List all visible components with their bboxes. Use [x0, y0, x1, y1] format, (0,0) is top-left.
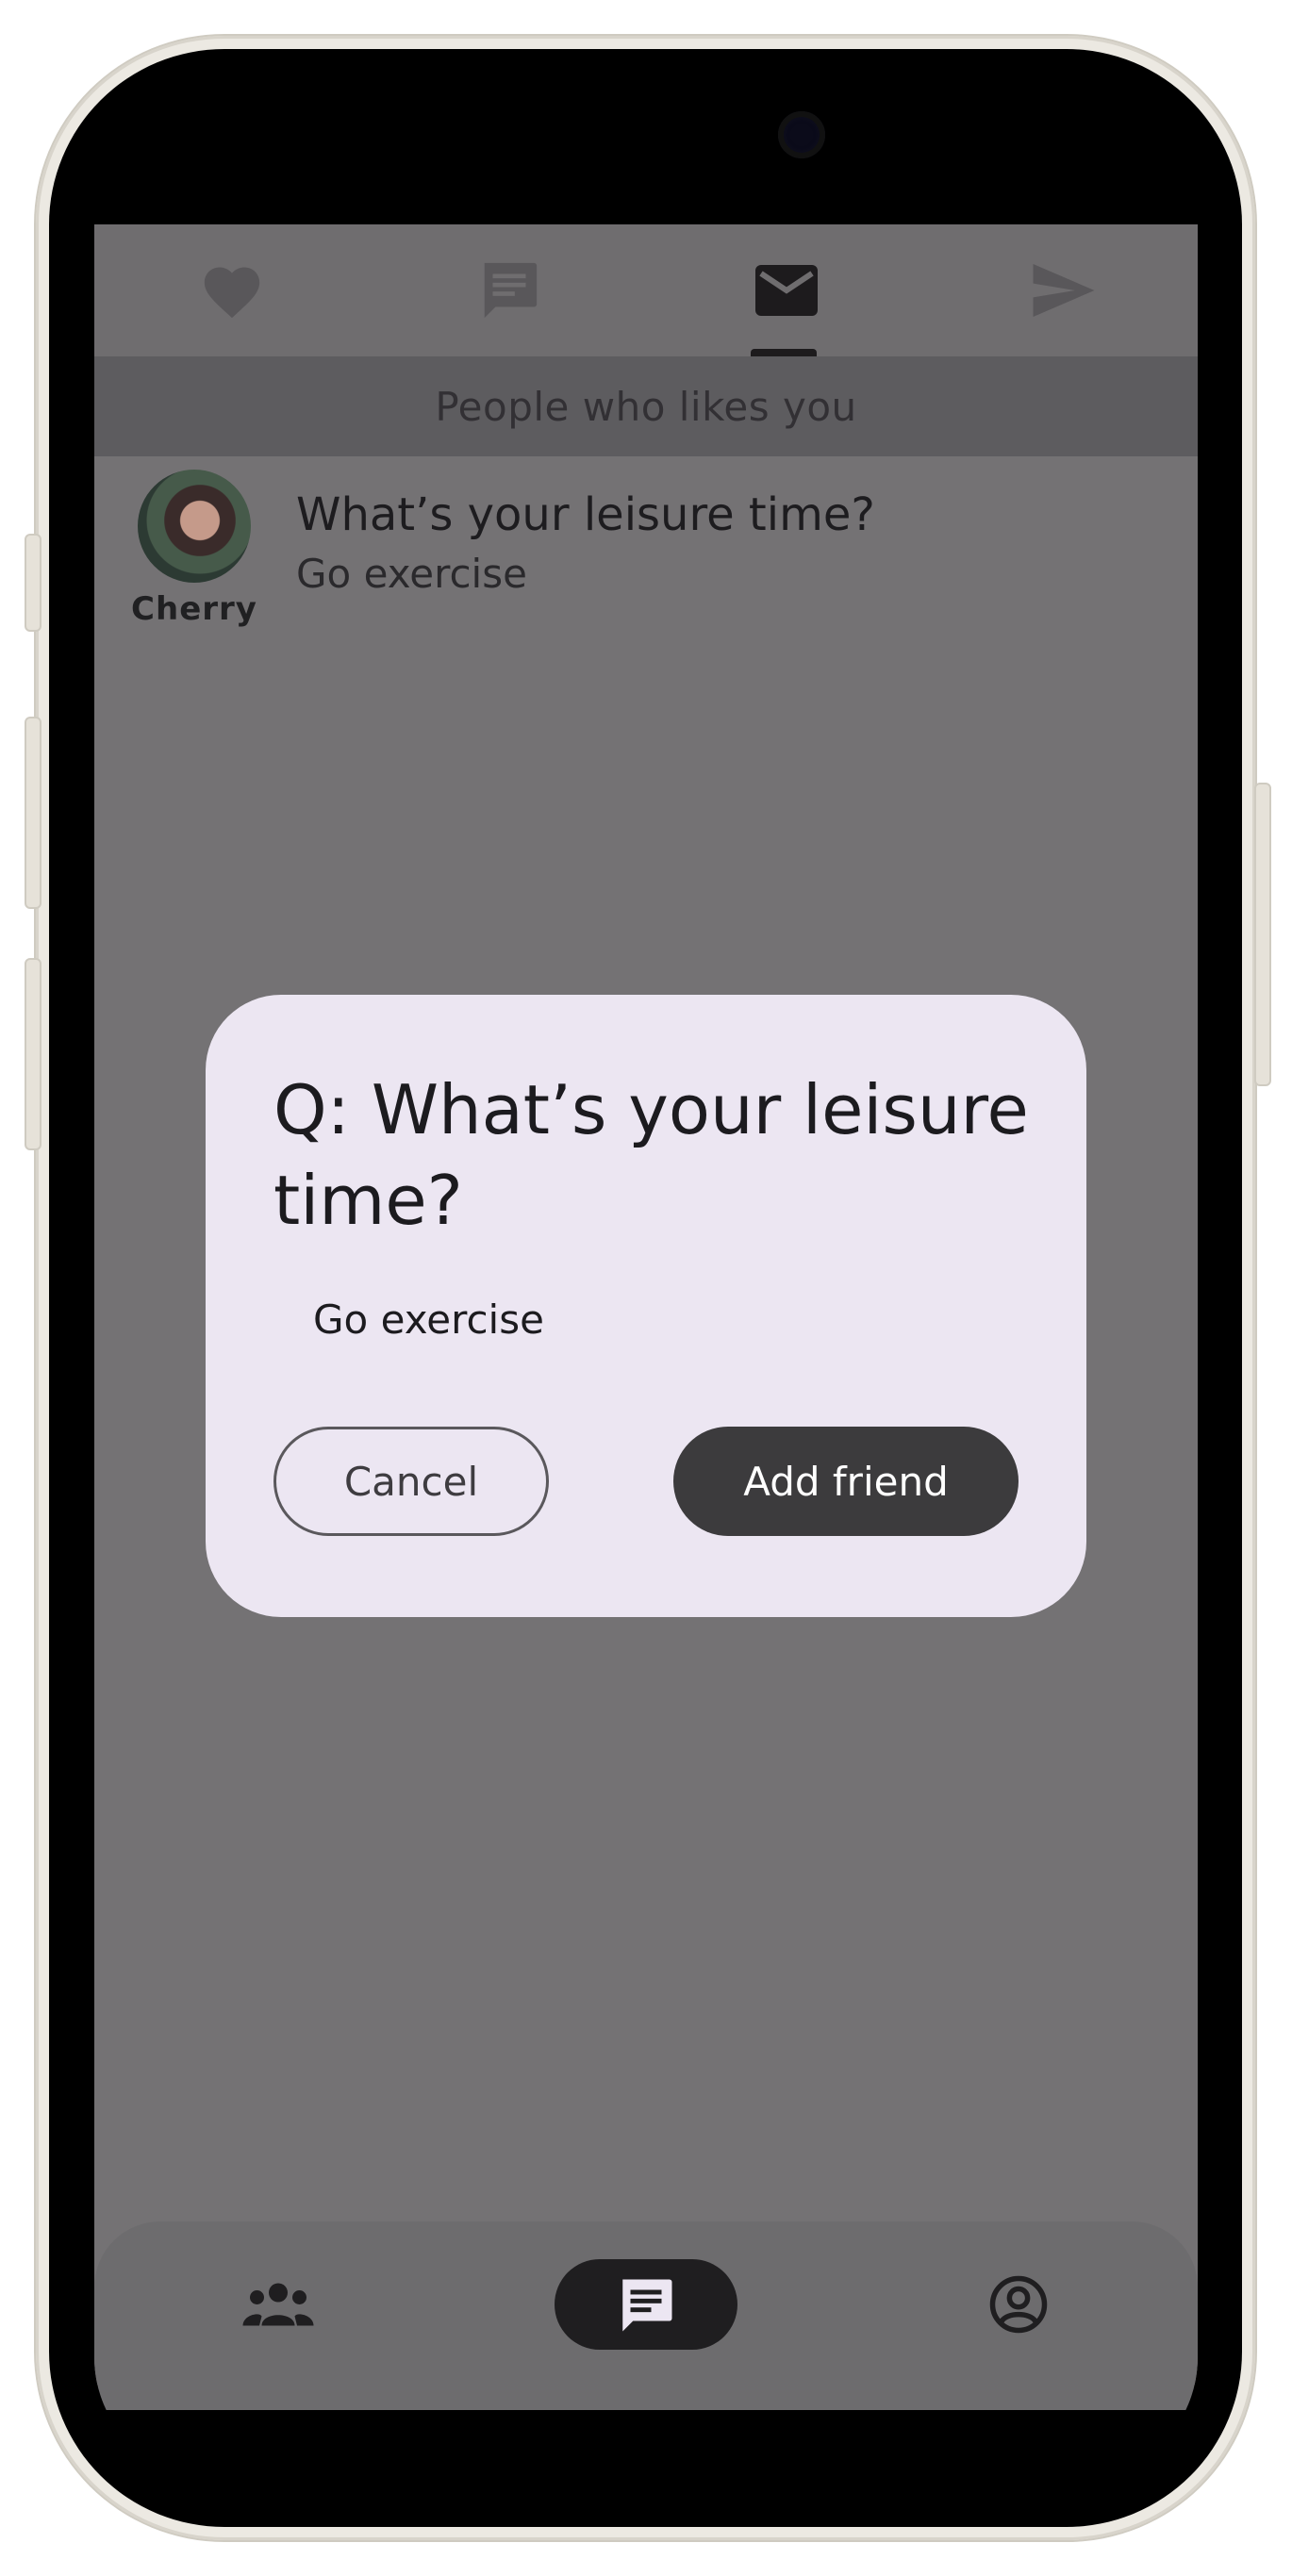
add-friend-button[interactable]: Add friend: [673, 1427, 1019, 1536]
volume-up-button: [25, 717, 41, 909]
power-button: [1254, 783, 1271, 1086]
tab-messages[interactable]: [472, 253, 547, 328]
silent-switch: [25, 534, 41, 632]
tab-sent[interactable]: [1026, 253, 1102, 328]
send-icon: [1033, 263, 1095, 318]
tab-indicator: [751, 349, 817, 356]
tab-likes[interactable]: [194, 253, 270, 328]
list-item[interactable]: Cherry What’s your leisure time? Go exer…: [94, 462, 1198, 628]
top-tab-bar: [94, 224, 1198, 356]
mail-icon: [755, 265, 818, 316]
heart-icon: [204, 267, 260, 319]
nav-friends[interactable]: [226, 2267, 330, 2342]
chat-icon: [622, 2279, 672, 2332]
list-item-answer: Go exercise: [296, 551, 527, 597]
groups-icon: [242, 2283, 314, 2326]
nav-profile[interactable]: [981, 2267, 1056, 2342]
volume-down-button: [25, 958, 41, 1150]
avatar[interactable]: [138, 470, 251, 583]
section-title: People who likes you: [435, 383, 857, 430]
tab-inbox[interactable]: [749, 253, 824, 328]
bottom-nav: [94, 2221, 1198, 2410]
account-circle-icon: [989, 2275, 1048, 2334]
chat-bubble-icon: [484, 262, 538, 319]
list-item-question: What’s your leisure time?: [296, 488, 875, 541]
section-header: People who likes you: [94, 356, 1198, 456]
dialog-answer: Go exercise: [313, 1296, 544, 1343]
avatar-name: Cherry: [131, 590, 257, 628]
dialog-title: Q: What’s your leisure time?: [273, 1070, 1029, 1240]
answer-dialog: Q: What’s your leisure time? Go exercise…: [206, 995, 1086, 1617]
nav-chat-icon-wrap: [611, 2271, 681, 2340]
notch: [415, 92, 877, 187]
cancel-button[interactable]: Cancel: [273, 1427, 549, 1536]
front-camera: [778, 111, 825, 158]
